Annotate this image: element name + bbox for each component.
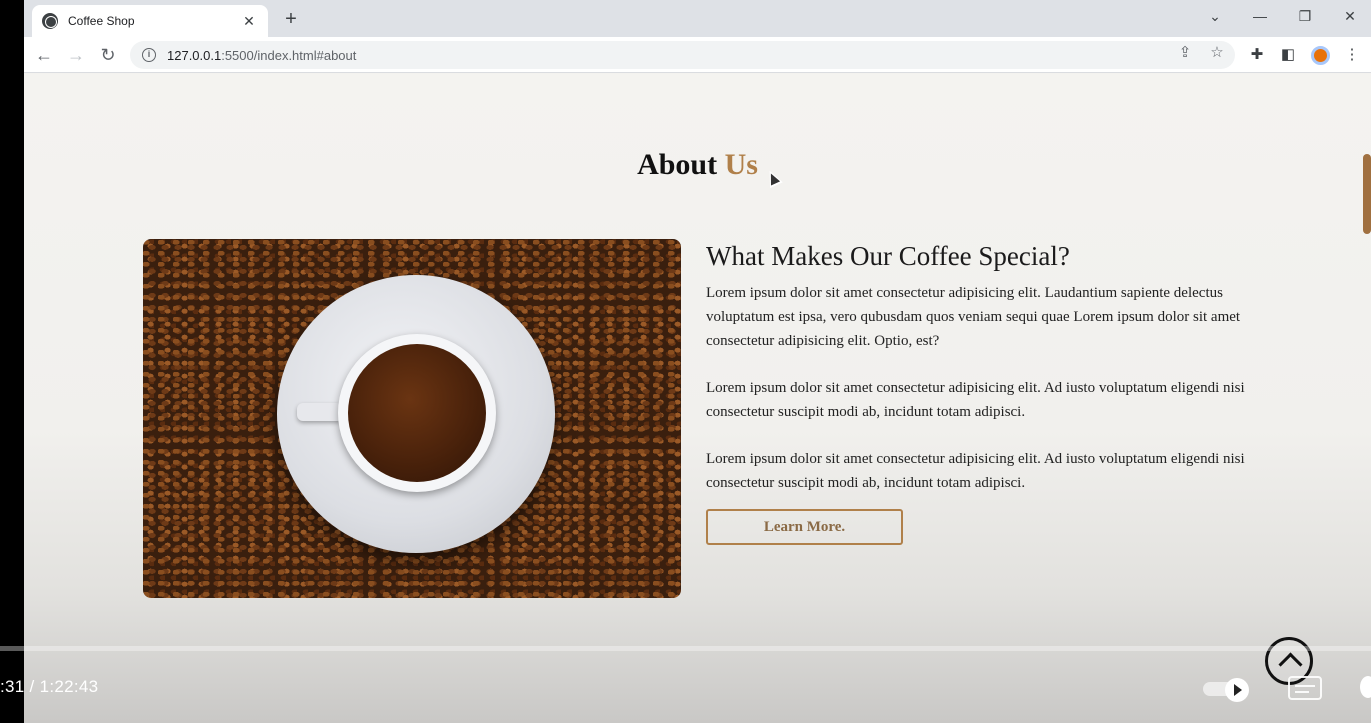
- forward-button[interactable]: →: [64, 43, 88, 67]
- menu-icon[interactable]: ⋮: [1342, 47, 1362, 63]
- video-letterbox: [0, 0, 24, 723]
- share-icon[interactable]: ⇪: [1175, 43, 1195, 61]
- coffee-surface: [348, 344, 486, 482]
- profile-avatar[interactable]: [1311, 46, 1330, 65]
- side-panel-icon[interactable]: ◧: [1278, 47, 1298, 63]
- about-heading: What Makes Our Coffee Special?: [706, 241, 1070, 271]
- reload-button[interactable]: ↻: [96, 43, 120, 67]
- video-progress-bar[interactable]: [0, 646, 1371, 651]
- page-content: About Us What Makes Our Coffee Special? …: [24, 74, 1371, 723]
- tab-search-icon[interactable]: ⌄: [1200, 8, 1230, 25]
- about-paragraph-2: Lorem ipsum dolor sit amet consectetur a…: [706, 380, 1245, 420]
- coffee-cup-image: [143, 239, 681, 598]
- tab-strip: Coffee Shop ✕ + ⌄ — ❐ ✕: [24, 0, 1371, 37]
- video-time-display: :31 / 1:22:43: [0, 677, 99, 696]
- browser-window: Coffee Shop ✕ + ⌄ — ❐ ✕ ← → ↻ i 127.0.0.…: [24, 0, 1371, 723]
- browser-toolbar: ← → ↻ i 127.0.0.1:5500/index.html#about …: [24, 37, 1371, 73]
- new-tab-button[interactable]: +: [280, 8, 302, 30]
- play-icon: [1225, 678, 1249, 702]
- tab-title: Coffee Shop: [68, 14, 135, 28]
- star-icon[interactable]: ☆: [1207, 43, 1227, 61]
- url-text: 127.0.0.1:5500/index.html#about: [167, 47, 357, 63]
- page-scrollbar[interactable]: [1363, 154, 1371, 234]
- page-title: About Us: [637, 148, 758, 181]
- minimize-button[interactable]: —: [1245, 8, 1275, 24]
- tab-close-icon[interactable]: ✕: [240, 13, 258, 30]
- tab-coffee-shop[interactable]: Coffee Shop ✕: [32, 5, 268, 37]
- back-button[interactable]: ←: [32, 43, 56, 67]
- address-bar[interactable]: i 127.0.0.1:5500/index.html#about: [130, 41, 1235, 69]
- learn-more-button[interactable]: Learn More.: [706, 509, 903, 545]
- site-info-icon[interactable]: i: [142, 48, 156, 62]
- settings-icon[interactable]: [1360, 676, 1371, 698]
- close-window-button[interactable]: ✕: [1335, 8, 1365, 25]
- about-content: What Makes Our Coffee Special? Lorem ips…: [706, 239, 1246, 495]
- about-paragraph-3: Lorem ipsum dolor sit amet consectetur a…: [706, 451, 1245, 491]
- autoplay-toggle[interactable]: [1203, 678, 1251, 702]
- subtitles-icon[interactable]: [1288, 676, 1322, 700]
- restore-button[interactable]: ❐: [1290, 8, 1320, 25]
- cup-handle-shape: [297, 403, 343, 421]
- extensions-icon[interactable]: ✚: [1247, 47, 1267, 63]
- about-paragraph-1: Lorem ipsum dolor sit amet consectetur a…: [706, 285, 1241, 349]
- globe-icon: [42, 13, 58, 29]
